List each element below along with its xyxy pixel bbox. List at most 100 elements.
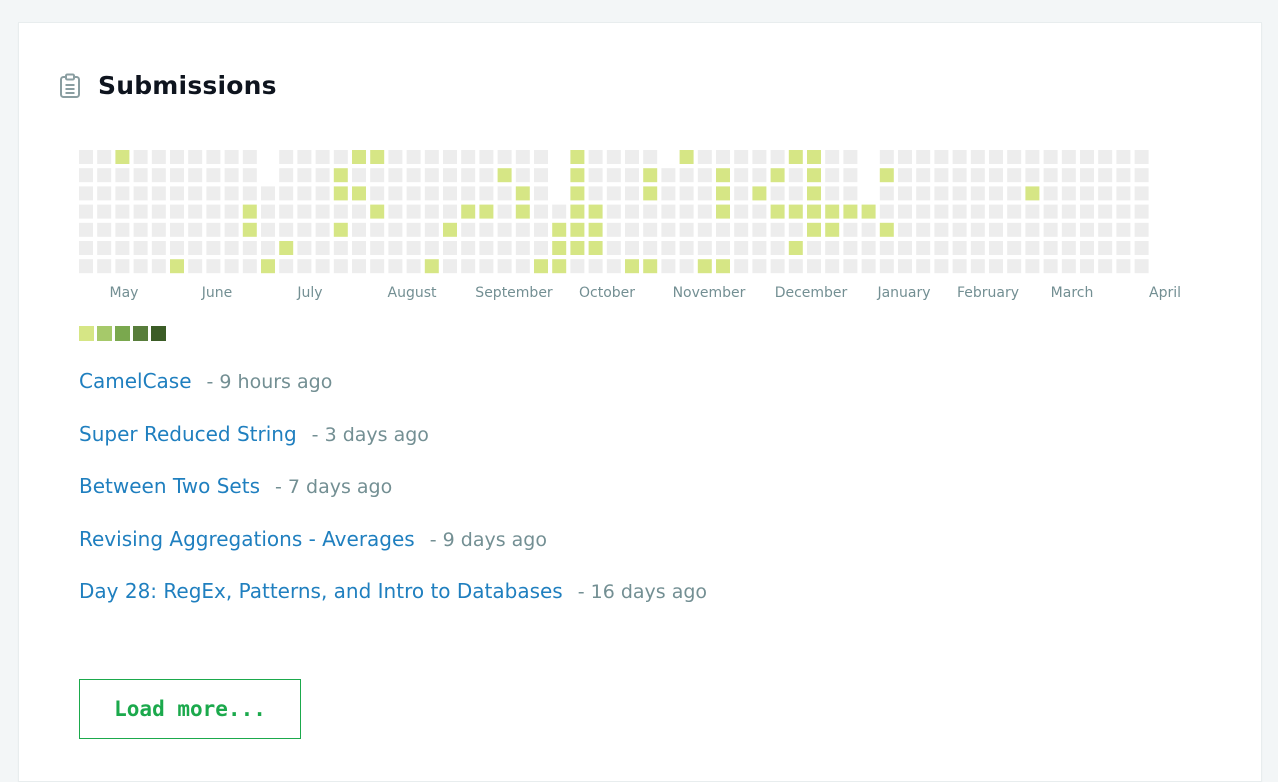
calendar-day-cell[interactable] bbox=[279, 241, 294, 255]
calendar-day-cell[interactable] bbox=[1007, 186, 1022, 201]
calendar-day-cell[interactable] bbox=[934, 186, 949, 201]
calendar-day-cell[interactable] bbox=[588, 186, 603, 201]
calendar-day-cell[interactable] bbox=[115, 186, 130, 201]
calendar-day-cell[interactable] bbox=[716, 186, 730, 201]
calendar-day-cell[interactable] bbox=[952, 186, 967, 201]
calendar-day-cell[interactable] bbox=[261, 259, 275, 274]
calendar-day-cell[interactable] bbox=[406, 168, 421, 183]
calendar-day-cell[interactable] bbox=[752, 150, 767, 164]
calendar-day-cell[interactable] bbox=[333, 168, 348, 183]
calendar-day-cell[interactable] bbox=[370, 168, 385, 183]
calendar-day-cell[interactable] bbox=[315, 150, 330, 164]
calendar-day-cell[interactable] bbox=[170, 241, 184, 255]
calendar-day-cell[interactable] bbox=[206, 222, 221, 237]
calendar-day-cell[interactable] bbox=[170, 204, 184, 219]
calendar-day-cell[interactable] bbox=[679, 186, 694, 201]
calendar-day-cell[interactable] bbox=[115, 168, 130, 183]
calendar-day-cell[interactable] bbox=[807, 168, 821, 183]
calendar-day-cell[interactable] bbox=[133, 204, 148, 219]
calendar-day-cell[interactable] bbox=[934, 204, 949, 219]
calendar-day-cell[interactable] bbox=[1116, 241, 1131, 255]
calendar-day-cell[interactable] bbox=[333, 222, 348, 237]
calendar-day-cell[interactable] bbox=[115, 204, 130, 219]
calendar-day-cell[interactable] bbox=[297, 241, 312, 255]
calendar-day-cell[interactable] bbox=[224, 241, 239, 255]
calendar-day-cell[interactable] bbox=[1061, 222, 1076, 237]
calendar-day-cell[interactable] bbox=[352, 259, 366, 274]
load-more-button[interactable]: Load more... bbox=[79, 679, 301, 739]
calendar-day-cell[interactable] bbox=[970, 241, 985, 255]
calendar-day-cell[interactable] bbox=[115, 259, 130, 274]
calendar-day-cell[interactable] bbox=[588, 204, 603, 219]
calendar-day-cell[interactable] bbox=[515, 168, 530, 183]
calendar-day-cell[interactable] bbox=[333, 241, 348, 255]
calendar-day-cell[interactable] bbox=[570, 241, 585, 255]
calendar-day-cell[interactable] bbox=[151, 168, 166, 183]
calendar-day-cell[interactable] bbox=[79, 241, 93, 255]
calendar-day-cell[interactable] bbox=[1043, 186, 1058, 201]
calendar-day-cell[interactable] bbox=[151, 222, 166, 237]
calendar-day-cell[interactable] bbox=[170, 186, 184, 201]
calendar-day-cell[interactable] bbox=[515, 241, 530, 255]
calendar-day-cell[interactable] bbox=[188, 204, 203, 219]
calendar-day-cell[interactable] bbox=[989, 259, 1003, 274]
calendar-day-cell[interactable] bbox=[843, 150, 858, 164]
calendar-day-cell[interactable] bbox=[697, 186, 712, 201]
calendar-day-cell[interactable] bbox=[424, 150, 439, 164]
calendar-day-cell[interactable] bbox=[825, 259, 840, 274]
calendar-day-cell[interactable] bbox=[333, 204, 348, 219]
calendar-day-cell[interactable] bbox=[133, 259, 148, 274]
calendar-day-cell[interactable] bbox=[1134, 222, 1149, 237]
calendar-day-cell[interactable] bbox=[970, 259, 985, 274]
calendar-day-cell[interactable] bbox=[625, 259, 639, 274]
calendar-day-cell[interactable] bbox=[861, 259, 876, 274]
calendar-day-cell[interactable] bbox=[1098, 186, 1113, 201]
calendar-day-cell[interactable] bbox=[1098, 150, 1113, 164]
calendar-day-cell[interactable] bbox=[1080, 168, 1094, 183]
calendar-day-cell[interactable] bbox=[934, 241, 949, 255]
calendar-day-cell[interactable] bbox=[661, 168, 676, 183]
calendar-day-cell[interactable] bbox=[388, 168, 403, 183]
calendar-day-cell[interactable] bbox=[588, 168, 603, 183]
calendar-day-cell[interactable] bbox=[497, 241, 512, 255]
calendar-day-cell[interactable] bbox=[1043, 150, 1058, 164]
calendar-day-cell[interactable] bbox=[515, 150, 530, 164]
calendar-day-cell[interactable] bbox=[916, 186, 931, 201]
calendar-day-cell[interactable] bbox=[734, 222, 749, 237]
calendar-day-cell[interactable] bbox=[1134, 186, 1149, 201]
calendar-day-cell[interactable] bbox=[1025, 241, 1040, 255]
calendar-day-cell[interactable] bbox=[242, 150, 257, 164]
calendar-day-cell[interactable] bbox=[388, 222, 403, 237]
calendar-day-cell[interactable] bbox=[643, 150, 658, 164]
calendar-day-cell[interactable] bbox=[916, 204, 931, 219]
calendar-day-cell[interactable] bbox=[879, 150, 894, 164]
calendar-day-cell[interactable] bbox=[770, 150, 785, 164]
calendar-day-cell[interactable] bbox=[752, 186, 767, 201]
calendar-day-cell[interactable] bbox=[952, 241, 967, 255]
calendar-day-cell[interactable] bbox=[133, 150, 148, 164]
calendar-day-cell[interactable] bbox=[497, 222, 512, 237]
calendar-day-cell[interactable] bbox=[1025, 150, 1040, 164]
calendar-day-cell[interactable] bbox=[188, 222, 203, 237]
calendar-day-cell[interactable] bbox=[1080, 241, 1094, 255]
calendar-day-cell[interactable] bbox=[242, 241, 257, 255]
calendar-day-cell[interactable] bbox=[1134, 150, 1149, 164]
calendar-day-cell[interactable] bbox=[643, 204, 658, 219]
calendar-day-cell[interactable] bbox=[879, 259, 894, 274]
calendar-day-cell[interactable] bbox=[570, 150, 585, 164]
calendar-day-cell[interactable] bbox=[151, 204, 166, 219]
calendar-day-cell[interactable] bbox=[534, 259, 548, 274]
calendar-day-cell[interactable] bbox=[97, 168, 112, 183]
calendar-day-cell[interactable] bbox=[534, 204, 548, 219]
calendar-day-cell[interactable] bbox=[989, 186, 1003, 201]
calendar-day-cell[interactable] bbox=[606, 150, 621, 164]
calendar-day-cell[interactable] bbox=[297, 168, 312, 183]
calendar-day-cell[interactable] bbox=[661, 186, 676, 201]
calendar-day-cell[interactable] bbox=[989, 150, 1003, 164]
calendar-day-cell[interactable] bbox=[206, 241, 221, 255]
calendar-day-cell[interactable] bbox=[133, 168, 148, 183]
calendar-day-cell[interactable] bbox=[242, 168, 257, 183]
calendar-day-cell[interactable] bbox=[679, 259, 694, 274]
calendar-day-cell[interactable] bbox=[552, 222, 567, 237]
calendar-day-cell[interactable] bbox=[606, 241, 621, 255]
